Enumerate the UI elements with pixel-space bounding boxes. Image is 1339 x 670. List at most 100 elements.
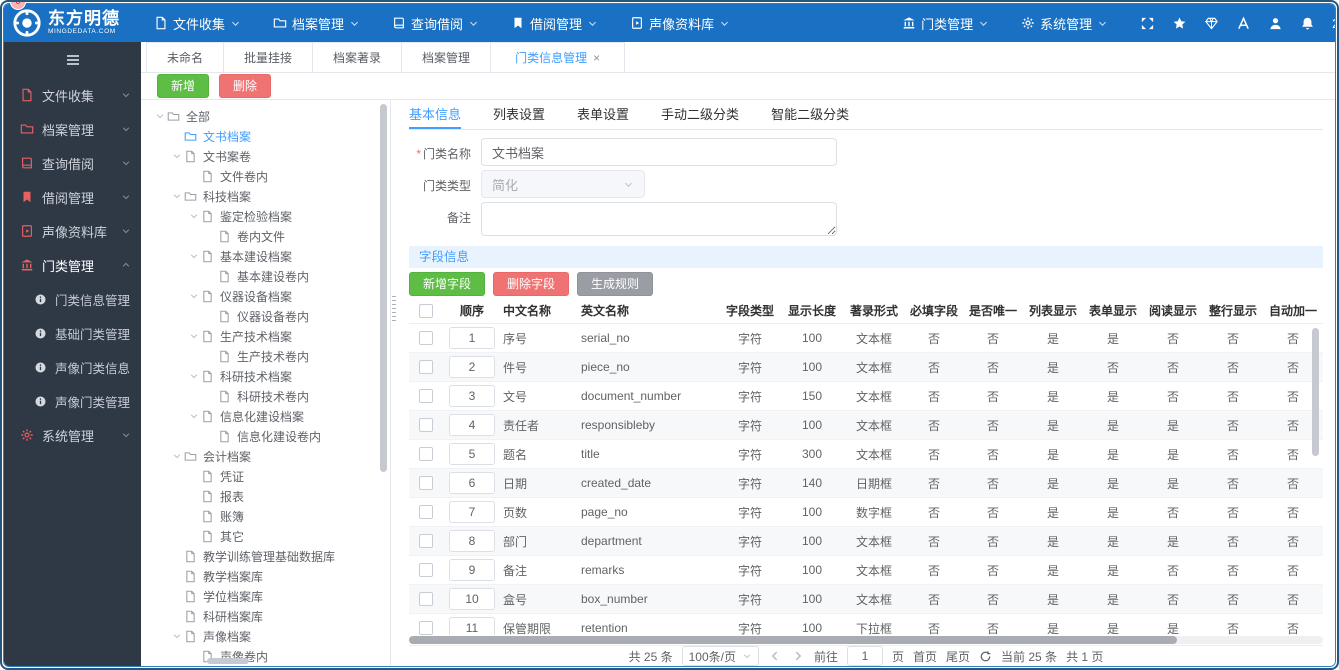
sidebar-item[interactable]: 档案管理 [4, 112, 141, 146]
tree-expand-arrow-icon[interactable] [187, 331, 201, 341]
table-vertical-scrollbar[interactable] [1312, 328, 1319, 456]
tree-node[interactable]: 鉴定检验档案 [147, 206, 380, 226]
tree-node[interactable]: 科研技术档案 [147, 366, 380, 386]
topnav-item[interactable]: 档案管理 [273, 14, 360, 33]
tree-expand-arrow-icon[interactable] [187, 211, 201, 221]
tree-horizontal-scrollbar[interactable] [207, 658, 249, 664]
table-row[interactable]: 8 部门 department 字符 100 文本框 否 否 是 是 是 否 否 [409, 527, 1323, 556]
row-checkbox[interactable] [419, 534, 433, 549]
tree-node[interactable]: 科研档案库 [147, 606, 380, 626]
topnav-item[interactable]: 查询借阅 [392, 14, 479, 33]
row-checkbox[interactable] [419, 563, 433, 578]
table-row[interactable]: 9 备注 remarks 字符 100 文本框 否 否 是 是 否 否 否 [409, 556, 1323, 585]
tree-node[interactable]: 生产技术档案 [147, 326, 380, 346]
sidebar-item[interactable]: 门类信息管理 [4, 282, 141, 316]
order-input[interactable]: 5 [449, 443, 495, 465]
row-checkbox[interactable] [419, 389, 433, 404]
page-number-input[interactable]: 1 [846, 646, 883, 666]
tree-node[interactable]: 文件卷内 [147, 166, 380, 186]
tree-node[interactable]: 声像档案 [147, 626, 380, 646]
row-checkbox[interactable] [419, 476, 433, 491]
tree-expand-arrow-icon[interactable] [187, 411, 201, 421]
table-row[interactable]: 5 题名 title 字符 300 文本框否否是是是否否 [409, 440, 1323, 469]
fullscreen-icon[interactable] [1140, 16, 1155, 31]
select-all-checkbox[interactable] [419, 303, 433, 318]
row-checkbox[interactable] [419, 360, 433, 375]
table-row[interactable]: 4 责任者 responsibleby 字符 100 文本框否否是是是否否 [409, 411, 1323, 440]
tree-node[interactable]: 卷内文件 [147, 226, 380, 246]
theme-gem-icon[interactable] [1204, 16, 1219, 31]
topnav-item[interactable]: 借阅管理 [511, 14, 598, 33]
order-input[interactable]: 1 [449, 327, 495, 349]
user-icon[interactable] [1268, 16, 1283, 31]
row-checkbox[interactable] [419, 447, 433, 462]
detail-tab[interactable]: 列表设置 [493, 100, 545, 129]
topnav-item[interactable]: 文件收集 [154, 14, 241, 33]
sidebar-collapse-button[interactable] [4, 42, 141, 78]
next-page-icon[interactable] [791, 649, 805, 663]
order-input[interactable]: 11 [449, 617, 495, 635]
category-type-select[interactable]: 简化 [481, 170, 645, 198]
sidebar-item[interactable]: 声像门类管理 [4, 384, 141, 418]
splitter-grip[interactable] [392, 296, 396, 322]
row-checkbox[interactable] [419, 505, 433, 520]
sidebar-item[interactable]: 文件收集 [4, 78, 141, 112]
tree-node[interactable]: 学位档案库 [147, 586, 380, 606]
order-input[interactable]: 7 [449, 501, 495, 523]
order-input[interactable]: 6 [449, 472, 495, 494]
order-input[interactable]: 3 [449, 385, 495, 407]
panel-splitter[interactable] [390, 100, 397, 666]
tree-node[interactable]: 报表 [147, 486, 380, 506]
sidebar-item[interactable]: 基础门类管理 [4, 316, 141, 350]
order-input[interactable]: 4 [449, 414, 495, 436]
tree-expand-arrow-icon[interactable] [187, 291, 201, 301]
tree-node[interactable]: 凭证 [147, 466, 380, 486]
tree-node[interactable]: 信息化建设卷内 [147, 426, 380, 446]
tree-node[interactable]: 文书档案 [147, 126, 380, 146]
tree-vertical-scrollbar[interactable] [380, 104, 387, 472]
order-input[interactable]: 2 [449, 356, 495, 378]
tree-expand-arrow-icon[interactable] [187, 251, 201, 261]
order-input[interactable]: 8 [449, 530, 495, 552]
topnav-item[interactable]: 门类管理 [902, 14, 989, 33]
order-input[interactable]: 9 [449, 559, 495, 581]
topnav-item[interactable]: 系统管理 [1021, 14, 1108, 33]
tree-expand-arrow-icon[interactable] [170, 191, 184, 201]
page-tab[interactable]: 档案著录 [312, 42, 402, 72]
notification-bell-icon[interactable] [1300, 16, 1315, 31]
tree-node[interactable]: 会计档案 [147, 446, 380, 466]
close-tab-icon[interactable]: × [593, 51, 600, 65]
tree-node[interactable]: 教学训练管理基础数据库 [147, 546, 380, 566]
page-tab[interactable]: 门类信息管理 × [490, 42, 626, 72]
sidebar-item[interactable]: 查询借阅 [4, 146, 141, 180]
detail-tab[interactable]: 表单设置 [577, 100, 629, 129]
row-checkbox[interactable] [419, 621, 433, 635]
scrollbar-thumb[interactable] [409, 636, 1177, 644]
tree-node[interactable]: 仪器设备卷内 [147, 306, 380, 326]
row-checkbox[interactable] [419, 331, 433, 346]
favorite-star-icon[interactable] [1172, 16, 1187, 31]
sidebar-item[interactable]: 系统管理 [4, 418, 141, 452]
detail-tab[interactable]: 手动二级分类 [661, 100, 739, 129]
tree-node[interactable]: 声像卷内 [147, 646, 380, 666]
detail-tab[interactable]: 基本信息 [409, 100, 462, 129]
tree-node[interactable]: 其它 [147, 526, 380, 546]
tree-node[interactable]: 账簿 [147, 506, 380, 526]
sidebar-item[interactable]: 借阅管理 [4, 180, 141, 214]
tree-expand-arrow-icon[interactable] [170, 451, 184, 461]
table-row[interactable]: 10 盒号 box_number 字符 100 文本框 否 否 是 是 否 否 否 [409, 585, 1323, 614]
tree-expand-arrow-icon[interactable] [187, 371, 201, 381]
generate-rule-button[interactable]: 生成规则 [577, 272, 654, 296]
page-size-select[interactable]: 100条/页 [681, 646, 759, 666]
tree-expand-arrow-icon[interactable] [153, 111, 167, 121]
table-row[interactable]: 1 序号 serial_no 字符 100 文本框否否是是否否否 [409, 324, 1323, 353]
page-tab[interactable]: 档案管理 [401, 42, 491, 72]
remark-textarea[interactable] [481, 202, 837, 236]
tree-node[interactable]: 全部 [147, 106, 380, 126]
category-name-input[interactable] [481, 138, 837, 166]
tree-expand-arrow-icon[interactable] [170, 631, 184, 641]
tree-node[interactable]: 信息化建设档案 [147, 406, 380, 426]
refresh-icon[interactable] [979, 650, 992, 663]
sidebar-item[interactable]: 声像资料库 [4, 214, 141, 248]
prev-page-icon[interactable] [768, 649, 782, 663]
